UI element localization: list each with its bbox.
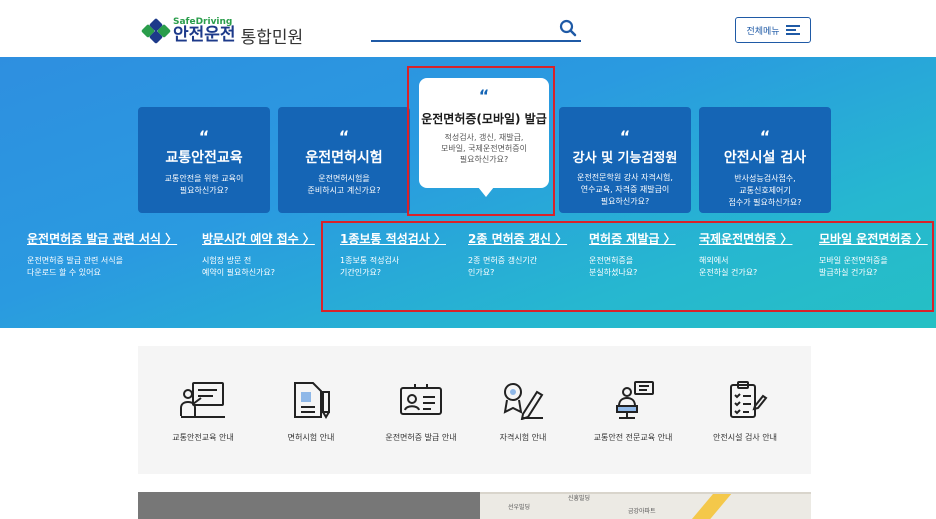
service-guide-panel: 교통안전교육 안내 면허시험 안내 운전면허증 발급 안내 자격시험 안내 교통… (138, 346, 811, 474)
search-icon[interactable] (559, 19, 577, 37)
link-title[interactable]: 방문시간 예약 접수 〉 (202, 230, 315, 247)
card-desc: 반사성능검사접수, 교통신호제어기 접수가 필요하신가요? (728, 174, 802, 207)
card-desc: 운전전문학원 강사 자격시험, 연수교육, 자격증 재발급이 필요하신가요? (577, 173, 673, 206)
card-desc: 교통안전을 위한 교육이 필요하신가요? (164, 174, 244, 195)
checklist-icon (730, 381, 768, 418)
search-input[interactable] (371, 18, 581, 42)
map-label: 금강아파트 (628, 508, 656, 515)
presentation-icon (180, 382, 225, 418)
card-instructor-examiner[interactable]: “ 강사 및 기능검정원 운전전문학원 강사 자격시험, 연수교육, 자격증 재… (559, 107, 691, 213)
card-title: 안전시설 검사 (723, 150, 807, 166)
certificate-icon (503, 383, 544, 420)
card-title: 강사 및 기능검정원 (572, 151, 678, 166)
service-label: 운전면허증 발급 안내 (385, 433, 457, 442)
highlight-box-links (321, 221, 934, 312)
link-visit-reservation[interactable]: 방문시간 예약 접수 〉 시험장 방문 전 예약이 필요하신가요? (202, 230, 315, 279)
site-header: SafeDriving 안전운전 통합민원 전체메뉴 (0, 0, 936, 57)
map-label: 신흥빌딩 (568, 495, 591, 502)
quote-icon: “ (759, 127, 771, 146)
card-title: 운전면허시험 (305, 150, 383, 166)
location-map[interactable]: 선우빌딩 신흥빌딩 금강아파트 (480, 492, 811, 519)
card-safety-facility[interactable]: “ 안전시설 검사 반사성능검사접수, 교통신호제어기 접수가 필요하신가요? (699, 107, 831, 213)
logo-title: 안전운전 (173, 25, 236, 45)
service-label: 안전시설 검사 안내 (713, 433, 777, 442)
service-traffic-education[interactable]: 교통안전교육 안내 (148, 346, 258, 443)
logo-mark-icon (140, 17, 172, 45)
document-pen-icon (294, 382, 330, 419)
quote-icon: “ (619, 127, 631, 146)
quote-icon: “ (338, 127, 350, 146)
service-license-exam[interactable]: 면허시험 안내 (256, 346, 366, 443)
card-desc: 운전면허시험을 준비하시고 계신가요? (307, 174, 381, 195)
service-label: 교통안전교육 안내 (172, 433, 234, 442)
service-qualification-exam[interactable]: 자격시험 안내 (468, 346, 578, 443)
full-menu-button[interactable]: 전체메뉴 (735, 17, 811, 43)
highlight-box-featured (407, 66, 555, 216)
site-logo[interactable]: SafeDriving 안전운전 통합민원 (140, 16, 304, 48)
card-license-exam[interactable]: “ 운전면허시험 운전면허시험을 준비하시고 계신가요? (278, 107, 410, 213)
service-label: 면허시험 안내 (287, 433, 335, 442)
service-label: 자격시험 안내 (499, 433, 547, 442)
quote-icon: “ (198, 127, 210, 146)
map-road (480, 492, 811, 494)
link-desc: 운전면허증 발급 관련 서식을 다운로드 할 수 있어요 (27, 256, 123, 277)
service-label: 교통안전 전문교육 안내 (593, 433, 673, 442)
video-placeholder (138, 492, 480, 519)
map-label: 선우빌딩 (508, 504, 531, 511)
service-license-issue[interactable]: 운전면허증 발급 안내 (366, 346, 476, 443)
id-card-icon (400, 384, 442, 415)
card-title: 교통안전교육 (165, 150, 243, 166)
service-safety-inspection[interactable]: 안전시설 검사 안내 (690, 346, 800, 443)
link-title[interactable]: 운전면허증 발급 관련 서식 〉 (27, 230, 177, 247)
hamburger-icon (785, 25, 800, 35)
map-road (682, 492, 732, 519)
link-desc: 시험장 방문 전 예약이 필요하신가요? (202, 256, 276, 277)
full-menu-label: 전체메뉴 (746, 26, 780, 37)
lecturer-icon (616, 381, 654, 419)
logo-title-secondary: 통합민원 (240, 28, 304, 48)
card-traffic-education[interactable]: “ 교통안전교육 교통안전을 위한 교육이 필요하신가요? (138, 107, 270, 213)
link-license-forms[interactable]: 운전면허증 발급 관련 서식 〉 운전면허증 발급 관련 서식을 다운로드 할 … (27, 230, 177, 279)
service-professional-education[interactable]: 교통안전 전문교육 안내 (578, 346, 688, 443)
